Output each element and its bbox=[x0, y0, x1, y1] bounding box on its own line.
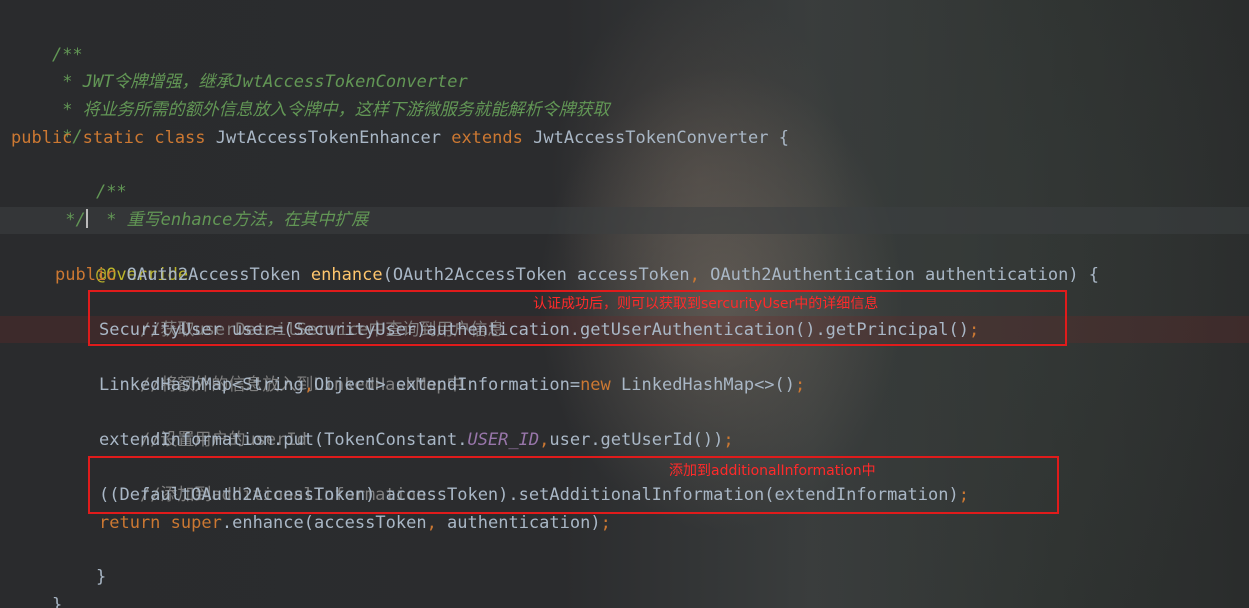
class-name: JwtAccessTokenEnhancer bbox=[215, 128, 441, 148]
code-line[interactable]: @Override bbox=[55, 235, 188, 285]
punctuation: ; bbox=[723, 430, 734, 450]
code-line[interactable]: */ bbox=[55, 207, 88, 234]
code-line[interactable]: //设置用户的userId bbox=[99, 400, 307, 450]
code-line[interactable]: } bbox=[11, 565, 62, 608]
keyword: new bbox=[580, 375, 611, 395]
statement: LinkedHashMap<String bbox=[99, 375, 304, 395]
method-signature-line[interactable]: public OAuth2AccessToken enhance(OAuth2A… bbox=[55, 262, 1099, 289]
keyword: return bbox=[99, 513, 161, 533]
code-line[interactable]: * JWT令牌增强，继承JwtAccessTokenConverter bbox=[11, 42, 468, 92]
punctuation: , bbox=[689, 265, 700, 285]
closing-brace: } bbox=[95, 567, 107, 587]
method-params: (OAuth2AccessToken accessToken bbox=[382, 265, 690, 285]
closing-brace: } bbox=[51, 595, 63, 608]
statement: extendInformation.put(TokenConstant. bbox=[99, 430, 468, 450]
code-line[interactable]: /** bbox=[55, 152, 127, 202]
code-line[interactable]: //将额外的信息放入到LinkedHashMap中 bbox=[99, 345, 464, 395]
code-line[interactable]: * 重写enhance方法，在其中扩展 bbox=[55, 180, 368, 230]
highlight-box bbox=[88, 456, 1059, 514]
keyword: static bbox=[82, 128, 145, 148]
punctuation: ; bbox=[600, 513, 611, 533]
doc-comment-text: * 将业务所需的额外信息放入令牌中，这样下游微服务就能解析令牌获取 bbox=[51, 100, 610, 120]
keyword: public bbox=[11, 128, 73, 148]
annotation-note: 认证成功后，则可以获取到sercurityUser中的详细信息 bbox=[533, 296, 879, 312]
statement: user.getUserId()) bbox=[549, 430, 724, 450]
doc-comment-close: */ bbox=[55, 210, 86, 230]
code-line[interactable]: return super.enhance(accessToken, authen… bbox=[99, 510, 611, 537]
method-params: OAuth2Authentication authentication) { bbox=[699, 265, 1100, 285]
return-type: OAuth2AccessToken bbox=[126, 265, 301, 285]
code-line[interactable]: /** bbox=[11, 15, 83, 65]
keyword: super bbox=[170, 513, 222, 533]
doc-comment-text: * 重写enhance方法，在其中扩展 bbox=[95, 210, 369, 230]
punctuation: , bbox=[303, 375, 314, 395]
keyword: extends bbox=[451, 128, 523, 148]
superclass-name: JwtAccessTokenConverter { bbox=[533, 128, 789, 148]
code-line[interactable]: */ bbox=[11, 97, 82, 147]
statement: authentication) bbox=[436, 513, 601, 533]
code-line[interactable]: } bbox=[55, 537, 106, 587]
class-declaration-line[interactable]: public static class JwtAccessTokenEnhanc… bbox=[11, 125, 789, 152]
method-name: enhance bbox=[310, 265, 383, 285]
statement: Object> extendInformation= bbox=[313, 375, 581, 395]
punctuation: , bbox=[539, 430, 550, 450]
text-caret bbox=[85, 209, 88, 228]
annotation-note: 添加到additionalInformation中 bbox=[669, 463, 876, 479]
statement: LinkedHashMap<>() bbox=[610, 375, 796, 395]
static-constant: USER_ID bbox=[467, 430, 540, 450]
keyword: public bbox=[55, 265, 117, 285]
keyword: class bbox=[154, 128, 206, 148]
punctuation: ; bbox=[795, 375, 806, 395]
code-line[interactable]: * 将业务所需的额外信息放入令牌中，这样下游微服务就能解析令牌获取 bbox=[11, 70, 609, 120]
punctuation: , bbox=[426, 513, 437, 533]
code-line[interactable]: LinkedHashMap<String,Object> extendInfor… bbox=[99, 372, 805, 399]
code-line[interactable]: extendInformation.put(TokenConstant.USER… bbox=[99, 427, 734, 454]
code-editor[interactable]: /** * JWT令牌增强，继承JwtAccessTokenConverter … bbox=[0, 0, 1249, 608]
statement: .enhance(accessToken bbox=[221, 513, 427, 533]
